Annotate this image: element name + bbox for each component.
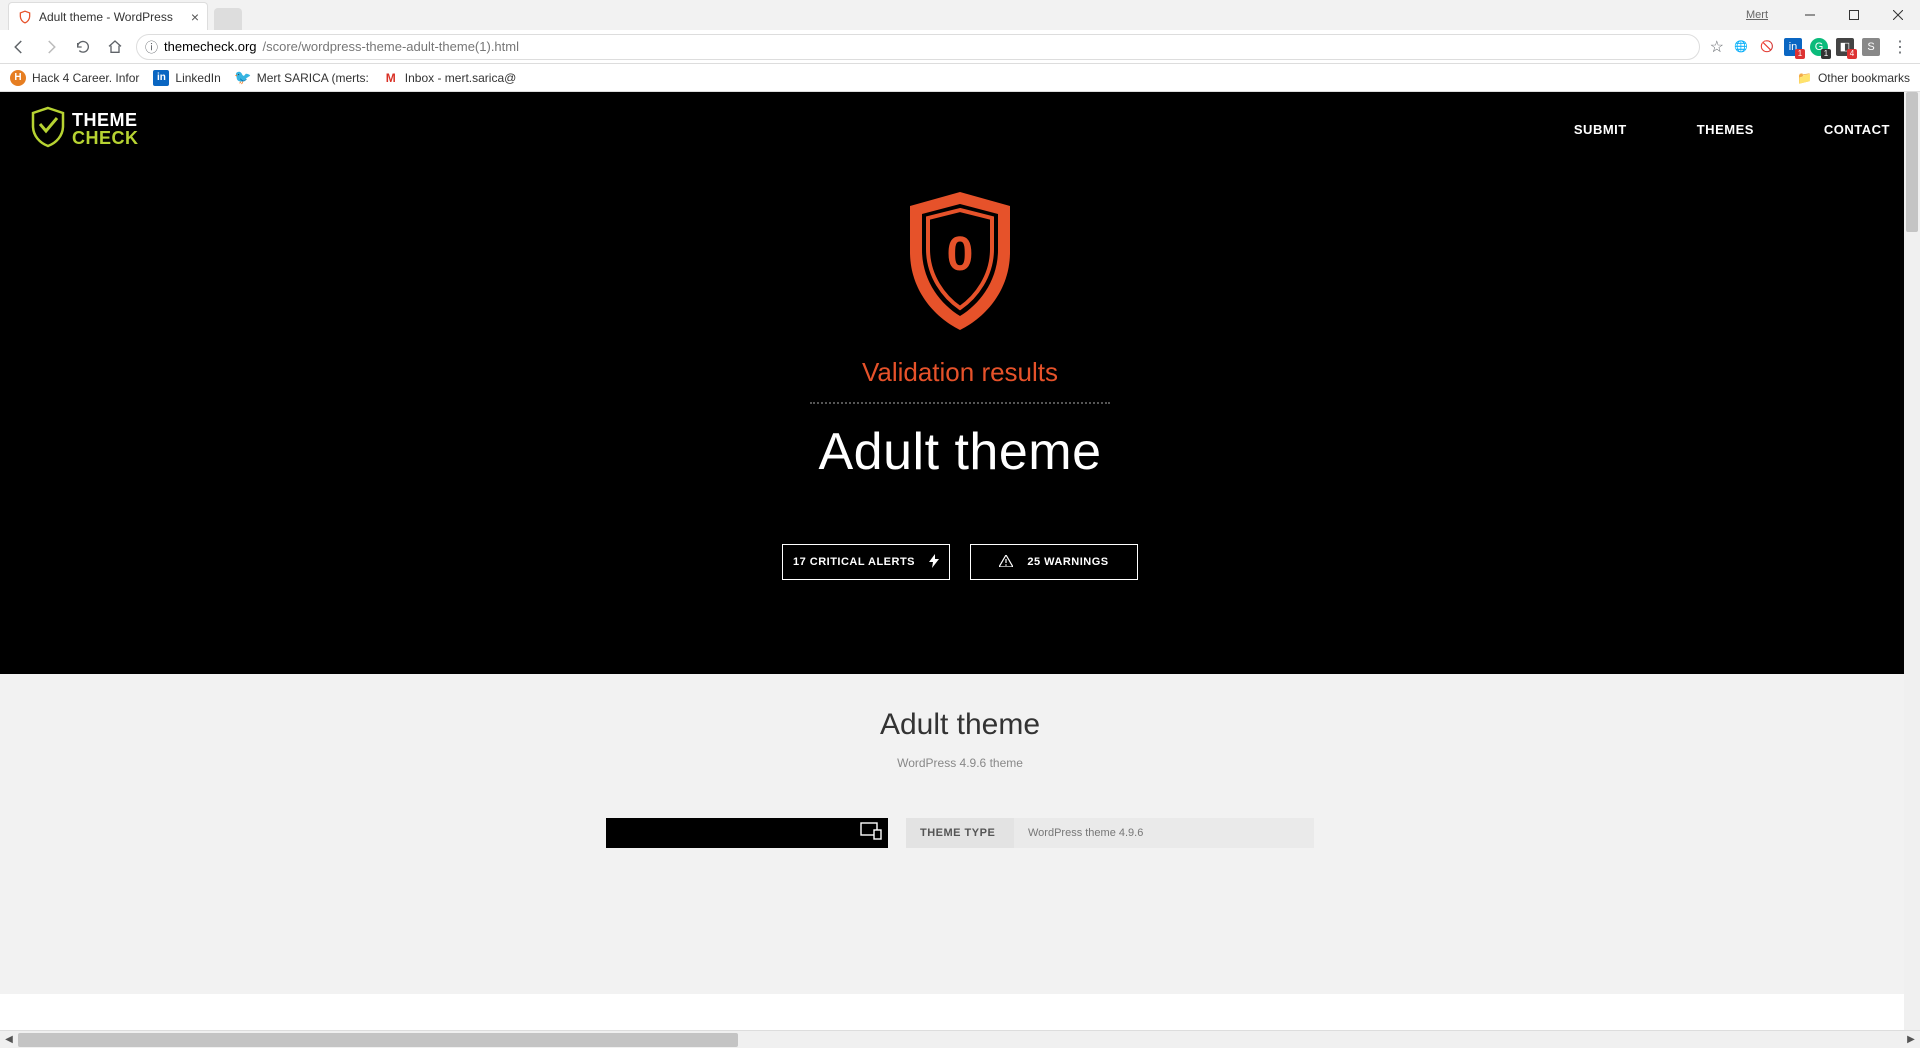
scrollbar-thumb[interactable] bbox=[18, 1033, 738, 1047]
scroll-right-arrow-icon[interactable]: ▶ bbox=[1902, 1031, 1920, 1048]
extension-block-icon[interactable]: 🚫 bbox=[1758, 38, 1776, 56]
divider bbox=[810, 402, 1110, 404]
device-icon bbox=[860, 822, 882, 845]
extension-grammarly-icon[interactable]: G1 bbox=[1810, 38, 1828, 56]
bookmark-favicon-icon: H bbox=[10, 70, 26, 86]
scrollbar-track[interactable] bbox=[18, 1031, 1902, 1048]
warnings-button[interactable]: 25 WARNINGS bbox=[970, 544, 1138, 580]
browser-tab[interactable]: Adult theme - WordPress × bbox=[8, 2, 208, 30]
bookmark-item[interactable]: M Inbox - mert.sarica@ bbox=[383, 70, 517, 86]
window-maximize-button[interactable] bbox=[1832, 0, 1876, 30]
scrollbar-thumb[interactable] bbox=[1906, 92, 1918, 232]
extension-noscript-icon[interactable]: S bbox=[1862, 38, 1880, 56]
chrome-menu-icon[interactable]: ⋮ bbox=[1888, 37, 1912, 57]
theme-type-value: WordPress theme 4.9.6 bbox=[1014, 818, 1314, 848]
details-section: Adult theme WordPress 4.9.6 theme THEME … bbox=[0, 674, 1920, 994]
url-input[interactable]: ⓘ themecheck.org/score/wordpress-theme-a… bbox=[136, 34, 1700, 60]
extension-linkedin-icon[interactable]: in1 bbox=[1784, 38, 1802, 56]
flash-icon bbox=[929, 554, 939, 571]
window-minimize-button[interactable] bbox=[1788, 0, 1832, 30]
url-host: themecheck.org bbox=[164, 39, 257, 54]
page-viewport: THEME CHECK SUBMIT THEMES CONTACT 0 Vali… bbox=[0, 92, 1920, 1030]
scroll-left-arrow-icon[interactable]: ◀ bbox=[0, 1031, 18, 1048]
tab-close-icon[interactable]: × bbox=[191, 9, 199, 25]
critical-alerts-button[interactable]: 17 CRITICAL ALERTS bbox=[782, 544, 950, 580]
nav-submit[interactable]: SUBMIT bbox=[1574, 122, 1627, 137]
details-heading: Adult theme bbox=[0, 708, 1920, 742]
window-close-button[interactable] bbox=[1876, 0, 1920, 30]
hero-content: 0 Validation results Adult theme 17 CRIT… bbox=[660, 188, 1260, 580]
tab-title: Adult theme - WordPress bbox=[39, 10, 185, 24]
details-subtitle: WordPress 4.9.6 theme bbox=[0, 756, 1920, 770]
bookmark-favicon-icon: M bbox=[383, 70, 399, 86]
theme-preview bbox=[606, 818, 888, 848]
chrome-profile-label[interactable]: Mert bbox=[1746, 9, 1768, 21]
site-info-icon[interactable]: ⓘ bbox=[145, 37, 158, 56]
bookmark-star-icon[interactable]: ☆ bbox=[1710, 37, 1724, 57]
logo-shield-icon bbox=[30, 106, 66, 153]
theme-type-key: THEME TYPE bbox=[906, 818, 1014, 848]
horizontal-scrollbar[interactable]: ◀ ▶ bbox=[0, 1030, 1920, 1048]
bookmark-item[interactable]: 🐦 Mert SARICA (merts: bbox=[235, 70, 369, 86]
warning-icon bbox=[999, 555, 1013, 570]
bookmark-favicon-icon: in bbox=[153, 70, 169, 86]
bookmark-label: Inbox - mert.sarica@ bbox=[405, 71, 517, 85]
other-bookmarks-button[interactable]: 📁 Other bookmarks bbox=[1797, 71, 1910, 85]
tab-strip: Adult theme - WordPress × Mert bbox=[0, 0, 1920, 30]
bookmark-label: LinkedIn bbox=[175, 71, 220, 85]
validation-results-label: Validation results bbox=[660, 357, 1260, 388]
site-header: THEME CHECK SUBMIT THEMES CONTACT bbox=[0, 92, 1920, 167]
main-nav: SUBMIT THEMES CONTACT bbox=[1574, 122, 1890, 137]
nav-themes[interactable]: THEMES bbox=[1697, 122, 1754, 137]
other-bookmarks-label: Other bookmarks bbox=[1818, 71, 1910, 85]
nav-contact[interactable]: CONTACT bbox=[1824, 122, 1890, 137]
address-bar: ⓘ themecheck.org/score/wordpress-theme-a… bbox=[0, 30, 1920, 64]
new-tab-button[interactable] bbox=[214, 8, 242, 30]
reload-button[interactable] bbox=[72, 36, 94, 58]
bookmark-label: Hack 4 Career. Infor bbox=[32, 71, 139, 85]
bookmark-item[interactable]: in LinkedIn bbox=[153, 70, 220, 86]
vertical-scrollbar[interactable] bbox=[1904, 92, 1920, 1030]
score-value: 0 bbox=[947, 228, 974, 281]
bookmark-label: Mert SARICA (merts: bbox=[257, 71, 369, 85]
critical-alerts-label: 17 CRITICAL ALERTS bbox=[793, 556, 915, 568]
bookmark-favicon-icon: 🐦 bbox=[235, 70, 251, 86]
extension-globe-icon[interactable]: 🌐 bbox=[1732, 38, 1750, 56]
theme-title: Adult theme bbox=[660, 422, 1260, 482]
bookmarks-bar: H Hack 4 Career. Infor in LinkedIn 🐦 Mer… bbox=[0, 64, 1920, 92]
logo-text-2: CHECK bbox=[72, 130, 139, 147]
hero-section: THEME CHECK SUBMIT THEMES CONTACT 0 Vali… bbox=[0, 92, 1920, 674]
forward-button[interactable] bbox=[40, 36, 62, 58]
site-logo[interactable]: THEME CHECK bbox=[30, 106, 139, 153]
logo-text-1: THEME bbox=[72, 112, 139, 129]
url-path: /score/wordpress-theme-adult-theme(1).ht… bbox=[263, 39, 519, 54]
extension-ublock-icon[interactable]: ◧4 bbox=[1836, 38, 1854, 56]
warnings-label: 25 WARNINGS bbox=[1027, 556, 1108, 568]
folder-icon: 📁 bbox=[1797, 71, 1812, 85]
back-button[interactable] bbox=[8, 36, 30, 58]
bookmark-item[interactable]: H Hack 4 Career. Infor bbox=[10, 70, 139, 86]
tab-favicon-shield-icon bbox=[17, 9, 33, 25]
score-shield-icon: 0 bbox=[900, 188, 1020, 339]
home-button[interactable] bbox=[104, 36, 126, 58]
